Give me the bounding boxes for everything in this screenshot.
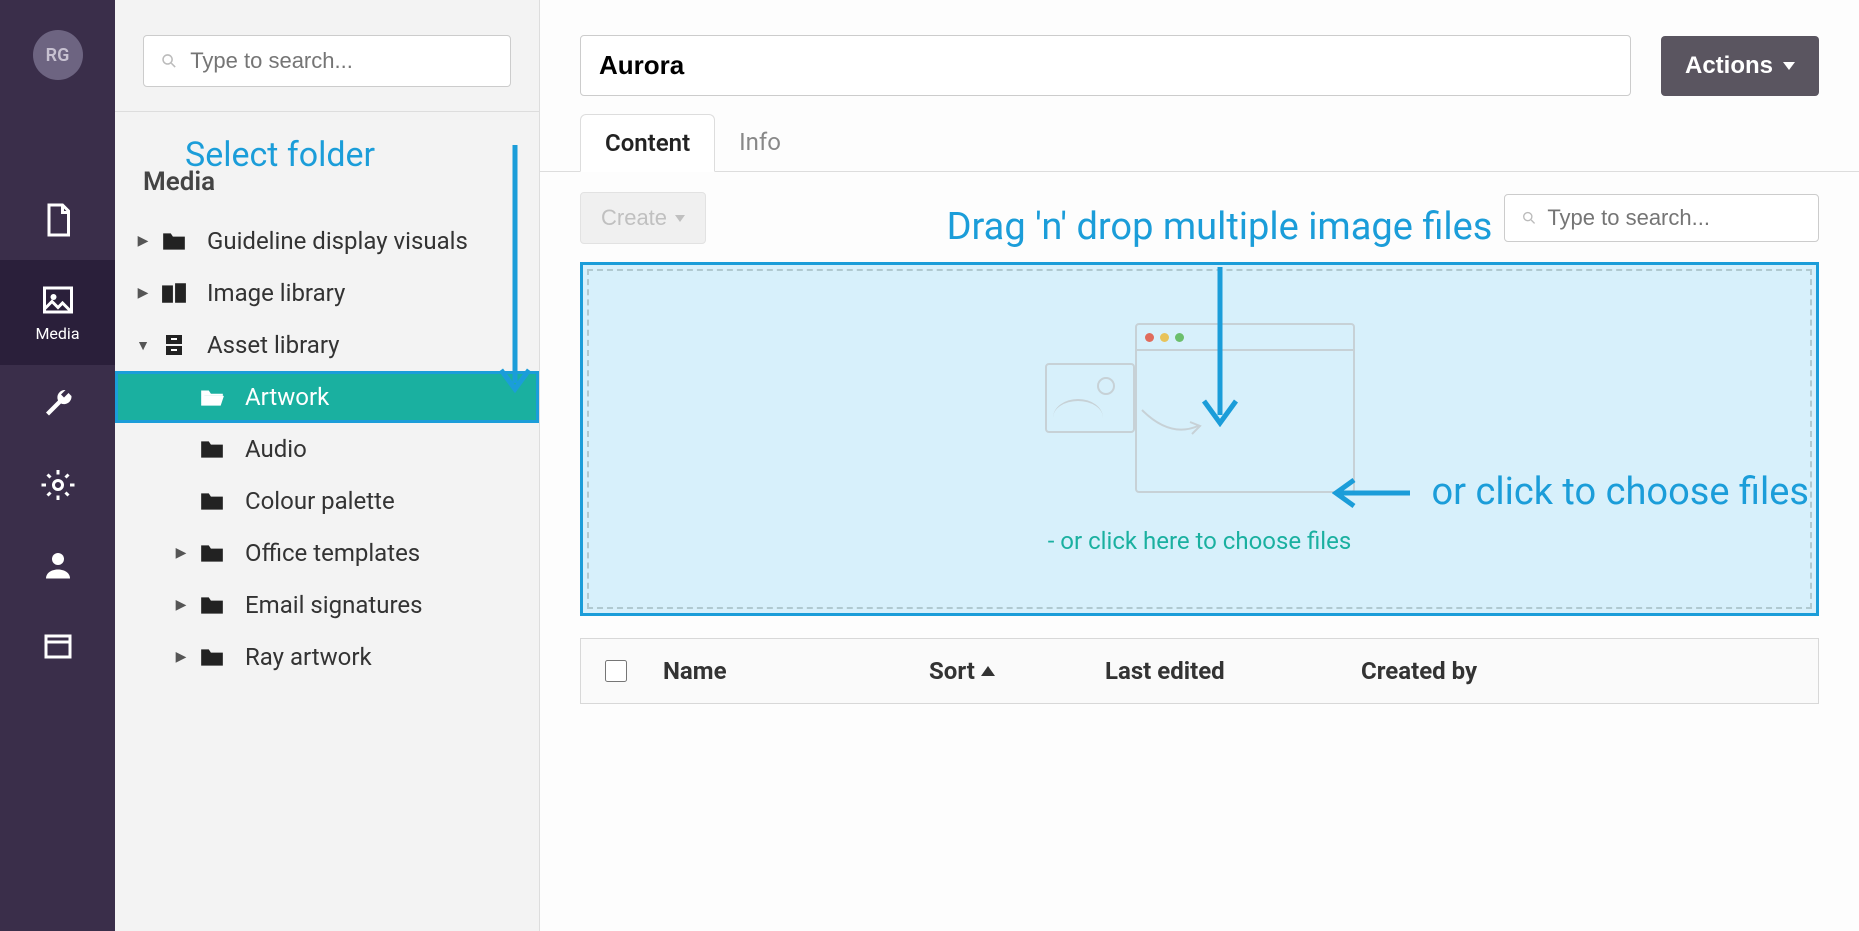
nav-rail: RG Media	[0, 0, 115, 931]
sidebar-search-wrap	[115, 0, 539, 112]
rail-item-content[interactable]	[0, 180, 115, 260]
create-button[interactable]: Create	[580, 192, 706, 244]
rail-item-label: Media	[35, 324, 79, 343]
column-last-edited[interactable]: Last edited	[1105, 657, 1325, 685]
sidebar-search[interactable]	[143, 35, 511, 87]
caret-right-icon[interactable]: ▶	[135, 285, 151, 301]
caret-right-icon[interactable]: ▶	[173, 545, 189, 561]
package-icon	[40, 627, 76, 663]
tree-item-ray-artwork[interactable]: ▶ Ray artwork	[115, 631, 539, 683]
tree-item-email-signatures[interactable]: ▶ Email signatures	[115, 579, 539, 631]
tree-item-guideline-display-visuals[interactable]: ▶ Guideline display visuals	[115, 215, 539, 267]
dropzone-click-text[interactable]: - or click here to choose files	[1048, 527, 1352, 555]
tree-item-label: Office templates	[245, 539, 420, 567]
tree-item-colour-palette[interactable]: ▶Colour palette	[115, 475, 539, 527]
tree-item-label: Asset library	[207, 331, 340, 359]
rail-item-users[interactable]	[0, 525, 115, 605]
document-icon	[40, 202, 76, 238]
sidebar-search-input[interactable]	[190, 48, 494, 74]
caret-right-icon[interactable]: ▶	[173, 597, 189, 613]
rail-item-settings[interactable]	[0, 365, 115, 445]
cabinet-icon	[159, 334, 189, 356]
tab-bar: ContentInfo	[540, 114, 1859, 172]
image-icon	[40, 282, 76, 318]
upload-dropzone[interactable]: - or click here to choose files	[580, 262, 1819, 616]
sidebar: Select folder Media ▶Guideline display v…	[115, 0, 540, 931]
content-search[interactable]	[1504, 194, 1819, 242]
tree-item-label: Email signatures	[245, 591, 422, 619]
select-all-checkbox[interactable]	[605, 660, 627, 682]
rail-item-packages[interactable]	[0, 605, 115, 685]
tree-item-audio[interactable]: ▶Audio	[115, 423, 539, 475]
tree-item-artwork[interactable]: ▶Artwork	[115, 371, 539, 423]
tree-item-label: Guideline display visuals	[207, 227, 468, 255]
tree-item-label: Image library	[207, 279, 345, 307]
folder-icon	[197, 594, 227, 616]
node-title-input[interactable]	[580, 35, 1631, 96]
list-header: Name Sort Last edited Created by	[580, 638, 1819, 704]
dropzone-illustration	[1045, 323, 1355, 503]
user-icon	[40, 547, 76, 583]
tree-item-label: Ray artwork	[245, 643, 372, 671]
folder-icon	[197, 646, 227, 668]
tree-heading: Media	[115, 112, 539, 215]
caret-right-icon[interactable]: ▶	[173, 649, 189, 665]
folder-icon	[197, 438, 227, 460]
tree-item-label: Audio	[245, 435, 307, 463]
tree-item-asset-library[interactable]: ▼ Asset library	[115, 319, 539, 371]
folder-icon	[159, 230, 189, 252]
rail-item-config[interactable]	[0, 445, 115, 525]
column-name[interactable]: Name	[663, 657, 893, 685]
folder-icon	[197, 542, 227, 564]
tree-item-label: Colour palette	[245, 487, 395, 515]
tab-content[interactable]: Content	[580, 114, 715, 172]
actions-button[interactable]: Actions	[1661, 36, 1819, 96]
rail-item-media[interactable]: Media	[0, 260, 115, 365]
column-created-by[interactable]: Created by	[1361, 657, 1561, 685]
main-panel: Actions ContentInfo Create Drag 'n' drop…	[540, 0, 1859, 931]
gear-icon	[40, 467, 76, 503]
devices-icon	[159, 282, 189, 304]
content-search-input[interactable]	[1547, 205, 1802, 231]
media-tree: ▶ Guideline display visuals ▶ Image library…	[115, 215, 539, 703]
folder-icon	[197, 490, 227, 512]
caret-right-icon[interactable]: ▶	[135, 233, 151, 249]
tree-item-label: Artwork	[245, 383, 329, 411]
folder-open-icon	[197, 386, 227, 408]
user-avatar[interactable]: RG	[33, 30, 83, 80]
tree-item-office-templates[interactable]: ▶ Office templates	[115, 527, 539, 579]
wrench-icon	[40, 387, 76, 423]
caret-down-icon[interactable]: ▼	[135, 337, 151, 354]
search-icon	[160, 51, 178, 71]
search-icon	[1521, 209, 1537, 227]
tab-info[interactable]: Info	[715, 114, 805, 171]
tree-item-image-library[interactable]: ▶ Image library	[115, 267, 539, 319]
column-sort[interactable]: Sort	[929, 657, 1069, 685]
